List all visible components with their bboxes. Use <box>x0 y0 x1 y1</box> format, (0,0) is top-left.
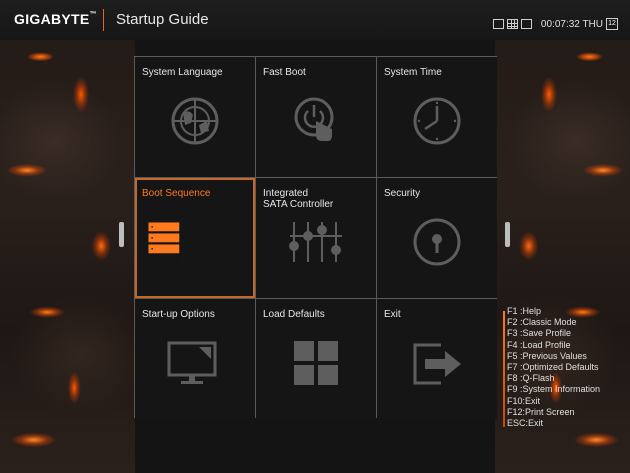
calendar-icon: 12 <box>606 18 618 30</box>
grid-view-icon[interactable] <box>506 19 518 29</box>
boot-item-2: 2 <box>181 240 185 247</box>
tile-system-time[interactable]: System Time <box>377 57 497 177</box>
tile-boot-sequence[interactable]: Boot Sequence 1 2 3 <box>135 178 255 298</box>
tile-system-language[interactable]: System Language <box>135 57 255 177</box>
tile-label: Load Defaults <box>263 309 325 320</box>
hotkey-f9[interactable]: F9 :System Information <box>507 384 628 395</box>
hotkey-f12[interactable]: F12:Print Screen <box>507 407 628 418</box>
scroll-left-handle[interactable] <box>119 222 124 247</box>
tile-fast-boot[interactable]: Fast Boot <box>256 57 376 177</box>
tile-label: Fast Boot <box>263 67 306 78</box>
brand-logo: GIGABYTE™ <box>14 11 97 27</box>
brand-name: GIGABYTE <box>14 11 90 27</box>
sliders-icon <box>289 222 342 262</box>
hotkey-f5[interactable]: F5 :Previous Values <box>507 351 628 362</box>
hotkey-f1[interactable]: F1 :Help <box>507 306 628 317</box>
hotkey-f8[interactable]: F8 :Q-Flash <box>507 373 628 384</box>
tile-label: System Time <box>384 67 442 78</box>
tile-load-defaults[interactable]: Load Defaults <box>256 299 376 419</box>
tile-integrated-sata-controller[interactable]: Integrated SATA Controller <box>256 178 376 298</box>
brand-separator <box>103 9 104 31</box>
page-title: Startup Guide <box>116 11 209 28</box>
lava-background-left <box>0 0 135 473</box>
hotkey-esc[interactable]: ESC:Exit <box>507 418 628 429</box>
globe-icon <box>171 97 219 145</box>
startup-tile-grid: System Language Fast Boot System Time Bo… <box>134 56 497 419</box>
monitor-icon <box>167 341 217 384</box>
hotkey-f7[interactable]: F7 :Optimized Defaults <box>507 362 628 373</box>
clock-time: 00:07:32 THU <box>540 18 603 30</box>
tile-label: Boot Sequence <box>142 188 211 199</box>
hotkey-f4[interactable]: F4 :Load Profile <box>507 340 628 351</box>
keyhole-icon <box>413 218 461 266</box>
window-icon[interactable] <box>492 19 504 29</box>
screen-icon[interactable] <box>520 19 532 29</box>
tile-exit[interactable]: Exit <box>377 299 497 419</box>
scroll-right-handle[interactable] <box>505 222 510 247</box>
tile-label: Start-up Options <box>142 309 215 320</box>
exit-arrow-icon <box>413 343 461 385</box>
tile-start-up-options[interactable]: Start-up Options <box>135 299 255 419</box>
top-bar: GIGABYTE™ Startup Guide 00:07:32 THU 12 <box>0 0 630 40</box>
tile-label: Integrated SATA Controller <box>263 188 334 210</box>
hotkey-f10[interactable]: F10:Exit <box>507 396 628 407</box>
hotkey-f3[interactable]: F3 :Save Profile <box>507 328 628 339</box>
hotkey-f2[interactable]: F2 :Classic Mode <box>507 317 628 328</box>
grid-icon <box>294 341 338 385</box>
tile-label: Security <box>384 188 421 199</box>
brand-trademark: ™ <box>89 11 97 18</box>
hotkey-legend: F1 :Help F2 :Classic Mode F3 :Save Profi… <box>503 306 628 429</box>
power-touch-icon <box>294 97 334 141</box>
hotkey-accent-bar <box>503 311 505 427</box>
clock-icon <box>413 97 461 145</box>
boot-item-1: 1 <box>181 226 185 233</box>
tile-label: System Language <box>142 67 223 78</box>
tile-label: Exit <box>384 309 401 320</box>
boot-item-3: 3 <box>181 254 185 261</box>
status-area: 00:07:32 THU 12 <box>492 16 618 32</box>
tile-security[interactable]: Security <box>377 178 497 298</box>
